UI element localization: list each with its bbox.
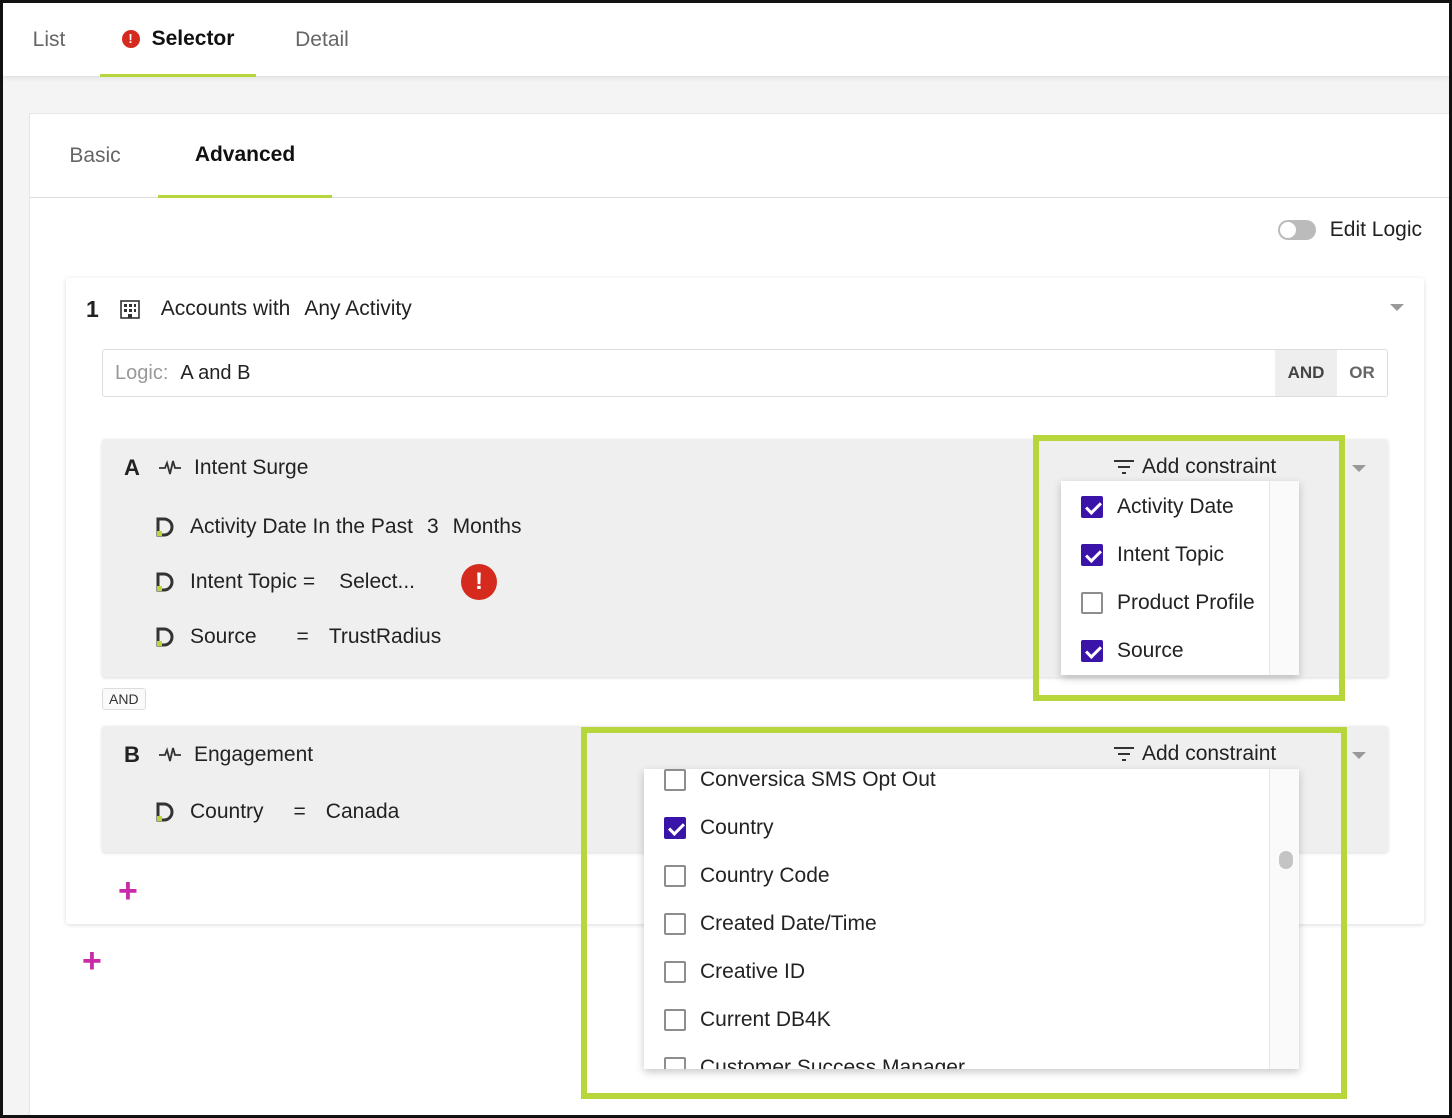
constraint-value[interactable]: TrustRadius bbox=[329, 625, 441, 649]
dimension-icon bbox=[156, 517, 174, 537]
constraint-operator: 3 bbox=[426, 515, 439, 538]
dimension-icon bbox=[156, 627, 174, 647]
constraint-operator: = bbox=[293, 800, 306, 823]
tab-advanced[interactable]: Advanced bbox=[158, 114, 332, 198]
dimension-icon bbox=[156, 572, 174, 592]
logic-input[interactable]: A and B bbox=[180, 362, 1275, 385]
logic-or-button[interactable]: OR bbox=[1337, 350, 1387, 396]
sub-tab-bar: Basic Advanced bbox=[30, 114, 1449, 198]
edit-logic-control: Edit Logic bbox=[1277, 218, 1422, 242]
top-tab-bar: List ! Selector Detail bbox=[3, 3, 1449, 77]
group-a-header: A Intent Surge bbox=[124, 455, 308, 481]
tab-selector-label: Selector bbox=[151, 26, 235, 50]
dimension-icon bbox=[156, 802, 174, 822]
activity-selector[interactable]: Any Activity bbox=[304, 297, 411, 321]
card-collapse-caret-icon[interactable] bbox=[1390, 304, 1404, 311]
add-group-plus-icon[interactable]: + bbox=[118, 874, 138, 908]
logic-prefix: Logic: bbox=[115, 361, 169, 384]
alert-icon: ! bbox=[461, 564, 497, 600]
group-a-letter: A bbox=[124, 455, 140, 480]
constraint-row[interactable]: Country = Canada bbox=[154, 797, 399, 827]
error-icon: ! bbox=[121, 29, 140, 48]
constraint-row[interactable]: Activity Date In the Past 3 Months bbox=[154, 512, 522, 542]
pulse-icon bbox=[159, 460, 181, 475]
constraint-field: Source bbox=[190, 625, 257, 648]
group-a-title: Intent Surge bbox=[194, 456, 309, 479]
tab-detail-label: Detail bbox=[295, 28, 349, 51]
tab-advanced-label: Advanced bbox=[194, 142, 296, 166]
logic-and-button[interactable]: AND bbox=[1275, 350, 1337, 396]
group-b-title: Engagement bbox=[194, 743, 314, 766]
constraint-value[interactable]: Canada bbox=[326, 800, 400, 824]
pulse-icon bbox=[159, 747, 181, 762]
constraint-field: Activity Date In the Past bbox=[190, 515, 413, 538]
card-header: 1 Accounts with Any Activity bbox=[86, 294, 412, 324]
constraint-value[interactable]: Months bbox=[453, 515, 522, 539]
app-frame: List ! Selector Detail Basic Advanced Ed… bbox=[0, 0, 1452, 1118]
constraint-value[interactable]: Select... bbox=[339, 570, 415, 594]
edit-logic-toggle[interactable] bbox=[1277, 220, 1316, 240]
group-b-letter: B bbox=[124, 742, 140, 767]
group-joiner-and[interactable]: AND bbox=[102, 688, 146, 710]
tab-basic[interactable]: Basic bbox=[60, 114, 130, 198]
tab-list-label: List bbox=[32, 28, 66, 51]
constraint-field: Intent Topic = bbox=[190, 570, 316, 593]
edit-logic-label: Edit Logic bbox=[1329, 218, 1422, 241]
group-b-caret-icon[interactable] bbox=[1352, 752, 1366, 759]
group-a-caret-icon[interactable] bbox=[1352, 465, 1366, 472]
accounts-with-label: Accounts with bbox=[160, 297, 291, 320]
logic-input-box: Logic: A and B AND OR bbox=[102, 349, 1388, 397]
tab-detail[interactable]: Detail bbox=[287, 3, 357, 77]
building-icon bbox=[119, 300, 140, 319]
tab-selector[interactable]: ! Selector bbox=[100, 3, 256, 77]
add-card-plus-icon[interactable]: + bbox=[82, 944, 102, 978]
tab-basic-label: Basic bbox=[69, 144, 121, 167]
constraint-row[interactable]: Intent Topic = Select... ! bbox=[154, 564, 497, 600]
group-b-header: B Engagement bbox=[124, 742, 313, 768]
constraint-row[interactable]: Source = TrustRadius bbox=[154, 622, 441, 652]
tab-list[interactable]: List bbox=[25, 3, 73, 77]
highlight-box bbox=[1033, 435, 1345, 701]
constraint-field: Country bbox=[190, 800, 264, 823]
constraint-operator: = bbox=[296, 625, 309, 648]
highlight-box bbox=[581, 727, 1347, 1099]
card-number: 1 bbox=[86, 295, 99, 322]
